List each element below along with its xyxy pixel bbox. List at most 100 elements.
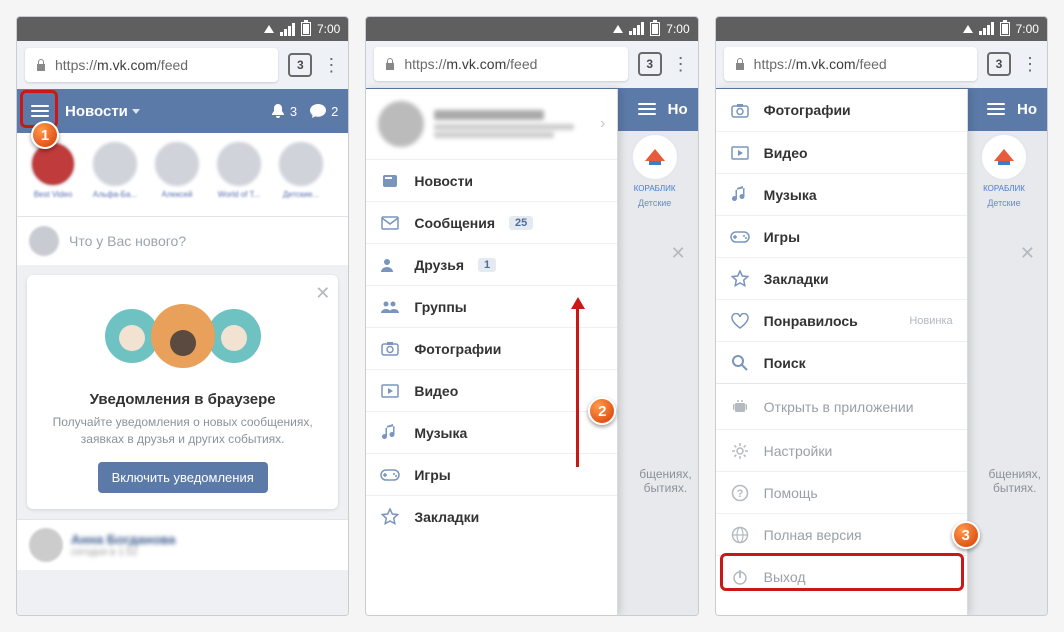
menu-games[interactable]: Игры	[716, 215, 967, 257]
avatar	[29, 226, 59, 256]
browser-toolbar: https://m.vk.com/feed 3 ⋮	[17, 41, 348, 89]
browser-toolbar: https://m.vk.com/feed 3 ⋮	[716, 41, 1047, 88]
feed-post[interactable]: Анна Богданова сегодня в 1:52	[17, 519, 348, 570]
card-subtitle: Получайте уведомления о новых сообщениях…	[43, 414, 322, 448]
menu-music[interactable]: Музыка	[366, 411, 617, 453]
story-peek: КОРАБЛИК Детские	[961, 133, 1047, 208]
tabs-button[interactable]: 3	[987, 52, 1011, 76]
chevron-right-icon: ›	[600, 115, 605, 133]
drawer-profile[interactable]: ›	[366, 89, 617, 159]
menu-bookmarks[interactable]: Закладки	[716, 257, 967, 299]
phone-screenshot-3: 7:00 https://m.vk.com/feed 3 ⋮ Поиск Но …	[715, 16, 1048, 616]
hamburger-icon[interactable]	[634, 99, 660, 119]
tabs-button[interactable]: 3	[638, 52, 662, 76]
annotation-marker-2: 2	[588, 397, 616, 425]
browser-notifications-card: ✕ Уведомления в браузере Получайте уведо…	[27, 275, 338, 509]
card-text-peek: бщениях,бытиях.	[989, 467, 1041, 495]
gamepad-icon	[380, 465, 400, 485]
menu-full-version[interactable]: Полная версия	[716, 513, 967, 555]
camera-icon	[730, 100, 750, 120]
story-item[interactable]: Альфа-Ба...	[89, 141, 141, 210]
menu-liked[interactable]: ПонравилосьНовинка	[716, 299, 967, 341]
header-title-peek: Но	[668, 101, 688, 118]
stories-row[interactable]: Best Video Альфа-Ба... Алексей World of …	[17, 133, 348, 217]
address-bar[interactable]: https://m.vk.com/feed	[374, 47, 627, 81]
navigation-drawer: › Новости Сообщения25 Друзья1 Группы Фот…	[366, 89, 618, 615]
menu-open-app[interactable]: Открыть в приложении	[716, 383, 967, 429]
header-title[interactable]: Новости	[65, 103, 140, 120]
close-icon[interactable]: ✕	[315, 283, 330, 304]
status-time: 7:00	[317, 22, 340, 36]
music-icon	[380, 423, 400, 443]
new-tag: Новинка	[909, 315, 952, 327]
avatar	[29, 528, 63, 562]
gear-icon	[730, 441, 750, 461]
video-icon	[380, 381, 400, 401]
story-item[interactable]: Детские...	[275, 141, 327, 210]
messages-button[interactable]: 2	[309, 103, 338, 119]
svg-text:?: ?	[736, 488, 743, 500]
annotation-marker-1: 1	[31, 121, 59, 149]
card-text-peek: бщениях,бытиях.	[639, 467, 691, 495]
browser-menu-icon[interactable]: ⋮	[322, 56, 340, 74]
menu-video[interactable]: Видео	[366, 369, 617, 411]
menu-photos[interactable]: Фотографии	[716, 89, 967, 131]
groups-icon	[380, 297, 400, 317]
phone-screenshot-2: 7:00 https://m.vk.com/feed 3 ⋮ Поиск Но …	[365, 16, 698, 616]
story-item[interactable]: Best Video	[27, 141, 79, 210]
android-statusbar: 7:00	[366, 17, 697, 41]
menu-bookmarks[interactable]: Закладки	[366, 495, 617, 537]
illustration	[43, 291, 322, 381]
gamepad-icon	[730, 227, 750, 247]
browser-menu-icon[interactable]: ⋮	[672, 55, 690, 73]
close-icon: ✕	[671, 243, 686, 264]
address-bar[interactable]: https://m.vk.com/feed	[724, 47, 977, 81]
help-icon: ?	[730, 483, 750, 503]
android-icon	[730, 397, 750, 417]
story-peek: КОРАБЛИК Детские	[612, 133, 698, 208]
news-icon	[380, 171, 400, 191]
lock-icon	[384, 57, 396, 71]
menu-friends[interactable]: Друзья1	[366, 243, 617, 285]
android-statusbar: 7:00	[716, 17, 1047, 41]
menu-music[interactable]: Музыка	[716, 173, 967, 215]
android-statusbar: 7:00	[17, 17, 348, 41]
header-title-peek: Но	[1017, 101, 1037, 118]
avatar	[378, 101, 424, 147]
menu-games[interactable]: Игры	[366, 453, 617, 495]
mail-icon	[380, 213, 400, 233]
menu-settings[interactable]: Настройки	[716, 429, 967, 471]
lock-icon	[35, 58, 47, 72]
menu-photos[interactable]: Фотографии	[366, 327, 617, 369]
annotation-highlight-full-version	[720, 553, 964, 591]
story-item[interactable]: Алексей	[151, 141, 203, 210]
menu-help[interactable]: ?Помощь	[716, 471, 967, 513]
friends-icon	[380, 255, 400, 275]
heart-icon	[730, 311, 750, 331]
tabs-button[interactable]: 3	[288, 53, 312, 77]
enable-notifications-button[interactable]: Включить уведомления	[98, 462, 268, 493]
music-icon	[730, 185, 750, 205]
search-icon	[730, 353, 750, 373]
status-time: 7:00	[1016, 22, 1039, 36]
card-title: Уведомления в браузере	[43, 391, 322, 408]
menu-video[interactable]: Видео	[716, 131, 967, 173]
navigation-drawer: Фотографии Видео Музыка Игры Закладки По…	[716, 89, 968, 615]
menu-messages[interactable]: Сообщения25	[366, 201, 617, 243]
video-icon	[730, 143, 750, 163]
menu-search[interactable]: Поиск	[716, 341, 967, 383]
camera-icon	[380, 339, 400, 359]
browser-toolbar: https://m.vk.com/feed 3 ⋮	[366, 41, 697, 88]
badge: 25	[509, 216, 533, 230]
story-item[interactable]: World of T...	[213, 141, 265, 210]
browser-menu-icon[interactable]: ⋮	[1021, 55, 1039, 73]
hamburger-icon[interactable]	[983, 99, 1009, 119]
post-composer[interactable]: Что у Вас нового?	[17, 217, 348, 265]
badge: 1	[478, 258, 496, 272]
star-icon	[380, 507, 400, 527]
address-bar[interactable]: https://m.vk.com/feed	[25, 48, 278, 82]
notifications-button[interactable]: 3	[270, 103, 297, 119]
chevron-down-icon	[132, 109, 140, 114]
menu-news[interactable]: Новости	[366, 159, 617, 201]
phone-screenshot-1: 7:00 https://m.vk.com/feed 3 ⋮ Новости 3…	[16, 16, 349, 616]
